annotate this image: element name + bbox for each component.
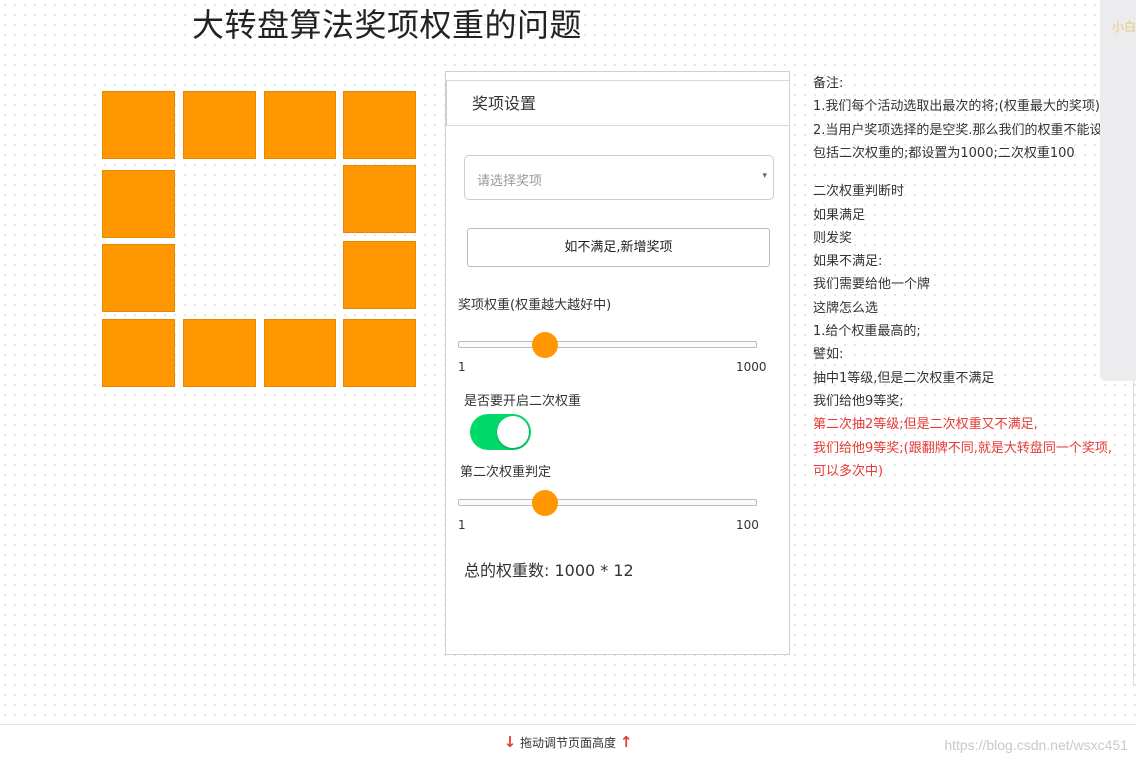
sidebar-hint: 小白: [1112, 20, 1136, 34]
wheel-cell[interactable]: [102, 319, 175, 387]
note-line: 我们给他9等奖;(跟翻牌不同,就是大转盘同一个奖项,: [813, 441, 1112, 456]
second-weight-label: 第二次权重判定: [460, 465, 552, 480]
second-weight-max: 100: [736, 518, 759, 532]
second-weight-switch-label: 是否要开启二次权重: [464, 394, 582, 409]
prize-weight-track[interactable]: [458, 341, 757, 348]
prize-select[interactable]: 请选择奖项 ▾: [464, 155, 774, 200]
note-line: 我们给他9等奖;: [813, 394, 904, 409]
note-line: 抽中1等级,但是二次权重不满足: [813, 371, 995, 386]
prize-weight-thumb[interactable]: [531, 332, 558, 358]
note-line: 二次权重判断时: [813, 184, 905, 199]
arrow-up-icon: ↑: [619, 733, 633, 751]
toggle-knob: [497, 416, 529, 448]
page-title: 大转盘算法奖项权重的问题: [192, 6, 583, 44]
prize-weight-slider[interactable]: [458, 332, 757, 358]
note-line: 则发奖: [813, 231, 853, 246]
panel-header: 奖项设置: [446, 81, 789, 126]
add-prize-button[interactable]: 如不满足,新增奖项: [467, 228, 770, 267]
prize-weight-label: 奖项权重(权重越大越好中): [458, 298, 612, 313]
wheel-cell[interactable]: [102, 170, 175, 238]
second-weight-min: 1: [458, 518, 466, 532]
wheel-cell[interactable]: [183, 319, 256, 387]
second-weight-thumb[interactable]: [531, 490, 558, 516]
note-line: 可以多次中): [813, 464, 884, 479]
second-weight-track[interactable]: [458, 499, 757, 506]
note-line: 包括二次权重的;都设置为1000;二次权重100: [813, 146, 1075, 161]
right-sidebar[interactable]: 小白: [1100, 0, 1136, 381]
wheel-cell[interactable]: [264, 319, 336, 387]
watermark: https://blog.csdn.net/wsxc451: [944, 737, 1128, 753]
wheel-cell[interactable]: [264, 91, 336, 159]
second-weight-toggle[interactable]: [470, 414, 531, 450]
note-line: 这牌怎么选: [813, 301, 879, 316]
note-line: 1.给个权重最高的;: [813, 324, 921, 339]
arrow-down-icon: ↓: [503, 733, 517, 751]
prize-weight-max: 1000: [736, 360, 767, 374]
footer-bar: ↓ 拖动调节页面高度 ↑ https://blog.csdn.net/wsxc4…: [0, 724, 1136, 763]
note-line: 备注:: [813, 76, 844, 91]
second-weight-slider[interactable]: [458, 490, 757, 516]
note-line: 譬如:: [813, 347, 844, 362]
wheel-cell[interactable]: [102, 244, 175, 312]
wheel-cell[interactable]: [343, 241, 416, 309]
note-line: 如果满足: [813, 208, 866, 223]
prize-weight-min: 1: [458, 360, 466, 374]
prize-select-placeholder: 请选择奖项: [477, 174, 543, 189]
chevron-down-icon: ▾: [762, 171, 767, 181]
note-line: 第二次抽2等级;但是二次权重又不满足,: [813, 417, 1038, 432]
wheel-cell[interactable]: [343, 165, 416, 233]
wheel-cell[interactable]: [102, 91, 175, 159]
note-line: 如果不满足:: [813, 254, 883, 269]
wheel-cell[interactable]: [183, 91, 256, 159]
drag-resize-label: 拖动调节页面高度: [519, 736, 616, 750]
wheel-cell[interactable]: [343, 319, 416, 387]
note-line: 我们需要给他一个牌: [813, 277, 931, 292]
note-line: 1.我们每个活动选取出最次的将;(权重最大的奖项): [813, 99, 1100, 114]
wheel-cell[interactable]: [343, 91, 416, 159]
total-weight-text: 总的权重数: 1000 * 12: [464, 561, 634, 580]
note-line: 2.当用户奖项选择的是空奖.那么我们的权重不能设置;: [813, 123, 1120, 138]
prize-settings-panel: 奖项设置 请选择奖项 ▾ 如不满足,新增奖项 奖项权重(权重越大越好中) 1 1…: [445, 71, 790, 655]
